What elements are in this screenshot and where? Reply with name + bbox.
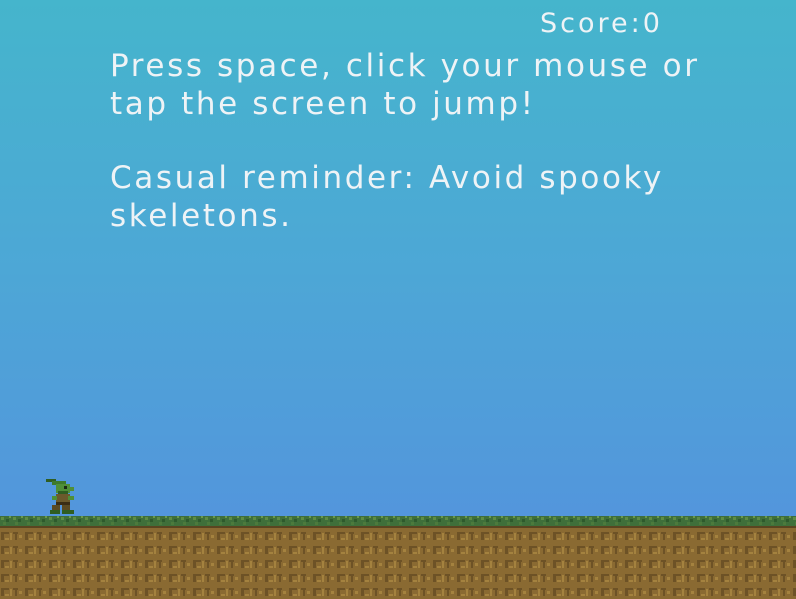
instructions-text: Press space, click your mouse or tap the… <box>110 48 710 235</box>
goblin-character-icon <box>44 477 80 516</box>
score-display: Score:0 <box>540 8 663 39</box>
game-canvas[interactable]: Score:0 Press space, click your mouse or… <box>0 0 796 599</box>
skeleton-reminder: Casual reminder: Avoid spooky skeletons. <box>110 160 664 234</box>
score-value: 0 <box>642 8 663 39</box>
ground-tiles <box>0 516 796 599</box>
jump-instruction: Press space, click your mouse or tap the… <box>110 48 700 122</box>
score-label: Score: <box>540 8 643 39</box>
